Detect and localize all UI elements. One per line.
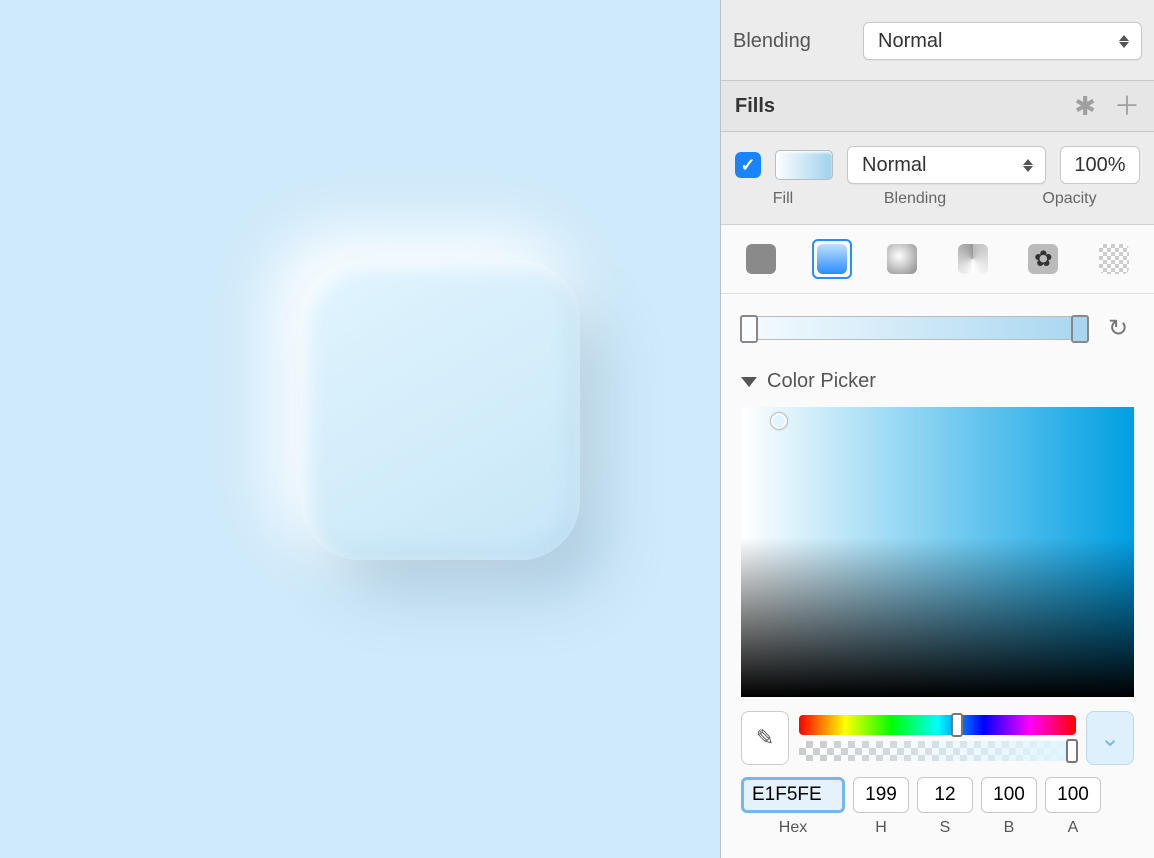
b-label: B xyxy=(1004,819,1015,837)
opacity-sublabel: Opacity xyxy=(999,190,1140,208)
reverse-gradient-button[interactable]: ↻ xyxy=(1102,312,1134,344)
eyedropper-icon: ✎ xyxy=(756,725,774,751)
a-label: A xyxy=(1068,819,1079,837)
color-value-fields: Hex H S B A xyxy=(721,765,1154,837)
fill-sublabels: Fill Blending Opacity xyxy=(721,190,1154,212)
tab-noise-fill[interactable] xyxy=(1094,239,1134,279)
hue-input[interactable] xyxy=(853,777,909,813)
s-label: S xyxy=(940,819,951,837)
alpha-thumb[interactable] xyxy=(1066,739,1078,763)
radial-gradient-icon xyxy=(887,244,917,274)
fill-enabled-checkbox[interactable]: ✓ xyxy=(735,152,761,178)
flower-icon: ✿ xyxy=(1028,244,1058,274)
tab-image-fill[interactable]: ✿ xyxy=(1023,239,1063,279)
disclosure-triangle-icon xyxy=(741,377,757,387)
gradient-stop-right[interactable] xyxy=(1071,315,1089,343)
gradient-stop-left[interactable] xyxy=(740,315,758,343)
alpha-slider[interactable] xyxy=(799,741,1076,761)
eyedropper-button[interactable]: ✎ xyxy=(741,711,789,765)
saturation-brightness-canvas[interactable] xyxy=(741,407,1134,697)
blending-sublabel: Blending xyxy=(831,190,999,208)
fill-blend-select[interactable]: Normal xyxy=(847,146,1046,184)
fills-section-header: Fills ✱ ＋ xyxy=(721,80,1154,132)
shape-blending-row: Blending Normal xyxy=(721,0,1154,80)
color-popover: ✿ ↻ Color Picker ✎ xyxy=(721,224,1154,858)
gradient-editor-row: ↻ xyxy=(721,294,1154,362)
tab-radial-gradient[interactable] xyxy=(882,239,922,279)
brightness-input[interactable] xyxy=(981,777,1037,813)
gradient-bar[interactable] xyxy=(741,316,1088,340)
stepper-arrows-icon xyxy=(1021,159,1035,172)
selected-shape[interactable] xyxy=(300,260,580,560)
stepper-arrows-icon xyxy=(1117,35,1131,48)
noise-icon xyxy=(1099,244,1129,274)
fill-swatch[interactable] xyxy=(775,150,833,180)
gear-icon[interactable]: ✱ xyxy=(1074,93,1096,119)
color-picker-title: Color Picker xyxy=(767,370,876,393)
blending-select[interactable]: Normal xyxy=(863,22,1142,60)
h-label: H xyxy=(875,819,887,837)
blending-label: Blending xyxy=(733,30,863,53)
fill-blend-value: Normal xyxy=(862,154,926,177)
tab-angular-gradient[interactable] xyxy=(953,239,993,279)
fill-type-tabs: ✿ xyxy=(721,225,1154,294)
tab-solid-color[interactable] xyxy=(741,239,781,279)
angular-gradient-icon xyxy=(958,244,988,274)
hue-slider[interactable] xyxy=(799,715,1076,735)
hex-label: Hex xyxy=(779,819,807,837)
fills-title: Fills xyxy=(735,95,775,118)
plus-icon[interactable]: ＋ xyxy=(1114,93,1140,119)
fill-sublabel: Fill xyxy=(735,190,831,208)
fill-opacity-input[interactable]: 100% xyxy=(1060,146,1140,184)
hue-thumb[interactable] xyxy=(951,713,963,737)
sb-cursor[interactable] xyxy=(771,413,787,429)
fill-entry: ✓ Normal 100% xyxy=(721,132,1154,190)
solid-icon xyxy=(746,244,776,274)
color-picker-header[interactable]: Color Picker xyxy=(721,362,1154,401)
linear-gradient-icon xyxy=(817,244,847,274)
chevron-down-icon: ⌄ xyxy=(1100,724,1120,753)
saturation-input[interactable] xyxy=(917,777,973,813)
canvas-area[interactable] xyxy=(0,0,720,858)
inspector-panel: Blending Normal Fills ✱ ＋ ✓ Normal 100% … xyxy=(720,0,1154,858)
hex-input[interactable] xyxy=(741,777,845,813)
reverse-icon: ↻ xyxy=(1108,314,1128,343)
tab-linear-gradient[interactable] xyxy=(812,239,852,279)
blending-value: Normal xyxy=(878,30,942,53)
expand-swatches-button[interactable]: ⌄ xyxy=(1086,711,1134,765)
alpha-input[interactable] xyxy=(1045,777,1101,813)
slider-row: ✎ ⌄ xyxy=(721,707,1154,765)
